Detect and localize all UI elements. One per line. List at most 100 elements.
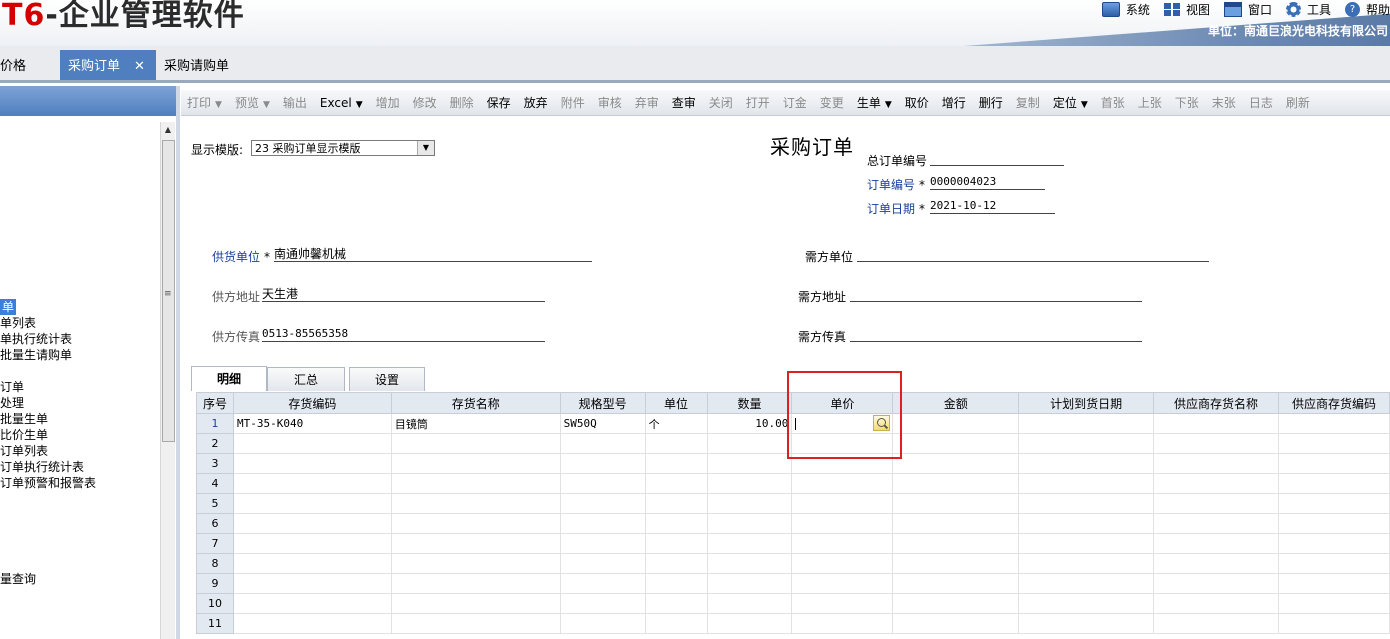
demand-fax-field[interactable] bbox=[850, 327, 1142, 342]
grid-cell[interactable] bbox=[892, 473, 1020, 494]
grid-cell[interactable] bbox=[644, 453, 708, 474]
toolbar-button-12[interactable]: 查审 bbox=[672, 94, 696, 111]
grid-cell[interactable] bbox=[1018, 433, 1155, 454]
toolbar-button-26[interactable]: 末张 bbox=[1212, 94, 1236, 111]
grid-cell[interactable] bbox=[1153, 553, 1279, 574]
scroll-thumb[interactable]: ≡ bbox=[162, 140, 175, 442]
grid-cell[interactable] bbox=[706, 473, 793, 494]
nav-item-order-exec-stats[interactable]: 订单执行统计表 bbox=[0, 459, 84, 475]
grid-cell[interactable] bbox=[791, 593, 894, 614]
grid-cell[interactable] bbox=[1277, 473, 1390, 494]
grid-cell[interactable] bbox=[232, 613, 392, 634]
grid-cell[interactable] bbox=[559, 593, 646, 614]
grid-cell[interactable] bbox=[390, 573, 561, 594]
toolbar-button-3[interactable]: Excel ▼ bbox=[320, 96, 363, 110]
table-row[interactable]: 6 bbox=[196, 513, 1390, 534]
menu-help[interactable]: ? 帮助 bbox=[1344, 1, 1390, 18]
table-row[interactable]: 4 bbox=[196, 473, 1390, 494]
grid-cell[interactable] bbox=[892, 573, 1020, 594]
tab-purchase-order[interactable]: 采购订单 ✕ bbox=[60, 50, 156, 80]
template-select[interactable]: 23 采购订单显示模版 ▼ bbox=[251, 140, 435, 156]
grid-cell[interactable] bbox=[559, 613, 646, 634]
column-header-1[interactable]: 存货编码 bbox=[232, 392, 392, 414]
nav-item-process[interactable]: 处理 bbox=[0, 395, 24, 411]
grid-cell[interactable] bbox=[1018, 553, 1155, 574]
panel-splitter[interactable] bbox=[176, 86, 180, 639]
menu-view[interactable]: 视图 bbox=[1163, 1, 1210, 18]
toolbar-button-25[interactable]: 下张 bbox=[1175, 94, 1199, 111]
grid-cell[interactable] bbox=[1153, 473, 1279, 494]
table-row[interactable]: 7 bbox=[196, 533, 1390, 554]
column-header-5[interactable]: 数量 bbox=[706, 392, 793, 414]
order-date-field[interactable]: 2021-10-12 bbox=[930, 199, 1055, 214]
nav-scrollbar[interactable]: ▲ ≡ bbox=[160, 122, 175, 639]
grid-cell[interactable] bbox=[1018, 413, 1155, 434]
nav-item-order[interactable]: 单 bbox=[0, 299, 17, 315]
grid-cell[interactable] bbox=[390, 433, 561, 454]
grid-cell[interactable]: SW50Q bbox=[559, 413, 646, 434]
toolbar-button-20[interactable]: 删行 bbox=[979, 94, 1003, 111]
toolbar-button-16[interactable]: 变更 bbox=[820, 94, 844, 111]
grid-cell[interactable]: 个 bbox=[644, 413, 708, 434]
grid-cell[interactable] bbox=[390, 473, 561, 494]
dropdown-arrow-icon[interactable]: ▼ bbox=[885, 100, 892, 110]
grid-cell[interactable] bbox=[706, 553, 793, 574]
toolbar-button-1[interactable]: 预览 ▼ bbox=[235, 94, 270, 111]
grid-cell[interactable] bbox=[644, 613, 708, 634]
grid-cell[interactable] bbox=[232, 533, 392, 554]
supplier-address-field[interactable]: 天生港 bbox=[262, 287, 545, 302]
grid-cell[interactable] bbox=[706, 533, 793, 554]
column-header-7[interactable]: 金额 bbox=[892, 392, 1020, 414]
grid-cell[interactable] bbox=[892, 553, 1020, 574]
grid-cell[interactable] bbox=[706, 453, 793, 474]
grid-cell[interactable] bbox=[559, 553, 646, 574]
table-row[interactable]: 11 bbox=[196, 613, 1390, 634]
grid-cell[interactable] bbox=[892, 513, 1020, 534]
close-icon[interactable]: ✕ bbox=[134, 59, 145, 74]
dropdown-arrow-icon[interactable]: ▼ bbox=[356, 100, 363, 110]
column-header-6[interactable]: 单价 bbox=[791, 392, 894, 414]
unit-price-input[interactable] bbox=[791, 413, 894, 434]
grid-cell[interactable] bbox=[892, 613, 1020, 634]
column-header-2[interactable]: 存货名称 bbox=[390, 392, 561, 414]
nav-item-batch-generate[interactable]: 批量生单 bbox=[0, 411, 48, 427]
grid-cell[interactable] bbox=[644, 533, 708, 554]
grid-cell[interactable] bbox=[644, 553, 708, 574]
dropdown-arrow-icon[interactable]: ▼ bbox=[263, 100, 270, 110]
grid-cell[interactable] bbox=[791, 513, 894, 534]
table-row[interactable]: 5 bbox=[196, 493, 1390, 514]
grid-cell[interactable] bbox=[892, 533, 1020, 554]
grid-cell[interactable] bbox=[559, 573, 646, 594]
dropdown-arrow-icon[interactable]: ▼ bbox=[1081, 100, 1088, 110]
toolbar-button-28[interactable]: 刷新 bbox=[1286, 94, 1310, 111]
grid-cell[interactable] bbox=[232, 513, 392, 534]
grid-cell[interactable] bbox=[644, 593, 708, 614]
table-row[interactable]: 10 bbox=[196, 593, 1390, 614]
toolbar-button-11[interactable]: 弃审 bbox=[635, 94, 659, 111]
grid-cell[interactable] bbox=[791, 613, 894, 634]
toolbar-button-13[interactable]: 关闭 bbox=[709, 94, 733, 111]
column-header-8[interactable]: 计划到货日期 bbox=[1018, 392, 1155, 414]
grid-cell[interactable] bbox=[559, 493, 646, 514]
grid-cell[interactable] bbox=[232, 493, 392, 514]
grid-cell[interactable] bbox=[706, 613, 793, 634]
master-order-no-field[interactable] bbox=[930, 151, 1064, 166]
grid-cell[interactable] bbox=[559, 513, 646, 534]
grid-cell[interactable] bbox=[390, 453, 561, 474]
grid-cell[interactable] bbox=[1018, 513, 1155, 534]
column-header-9[interactable]: 供应商存货名称 bbox=[1153, 392, 1279, 414]
dropdown-arrow-icon[interactable]: ▼ bbox=[215, 100, 222, 110]
grid-cell[interactable] bbox=[1277, 433, 1390, 454]
grid-cell[interactable] bbox=[1018, 473, 1155, 494]
nav-item-orders[interactable]: 订单 bbox=[0, 379, 24, 395]
grid-cell[interactable] bbox=[1153, 433, 1279, 454]
toolbar-button-10[interactable]: 审核 bbox=[598, 94, 622, 111]
grid-cell[interactable] bbox=[1277, 573, 1390, 594]
column-header-10[interactable]: 供应商存货编码 bbox=[1277, 392, 1390, 414]
grid-cell[interactable] bbox=[1277, 413, 1390, 434]
grid-cell[interactable] bbox=[1153, 573, 1279, 594]
grid-cell[interactable] bbox=[1153, 493, 1279, 514]
column-header-0[interactable]: 序号 bbox=[196, 392, 234, 414]
grid-cell[interactable] bbox=[892, 593, 1020, 614]
toolbar-button-0[interactable]: 打印 ▼ bbox=[187, 94, 222, 111]
